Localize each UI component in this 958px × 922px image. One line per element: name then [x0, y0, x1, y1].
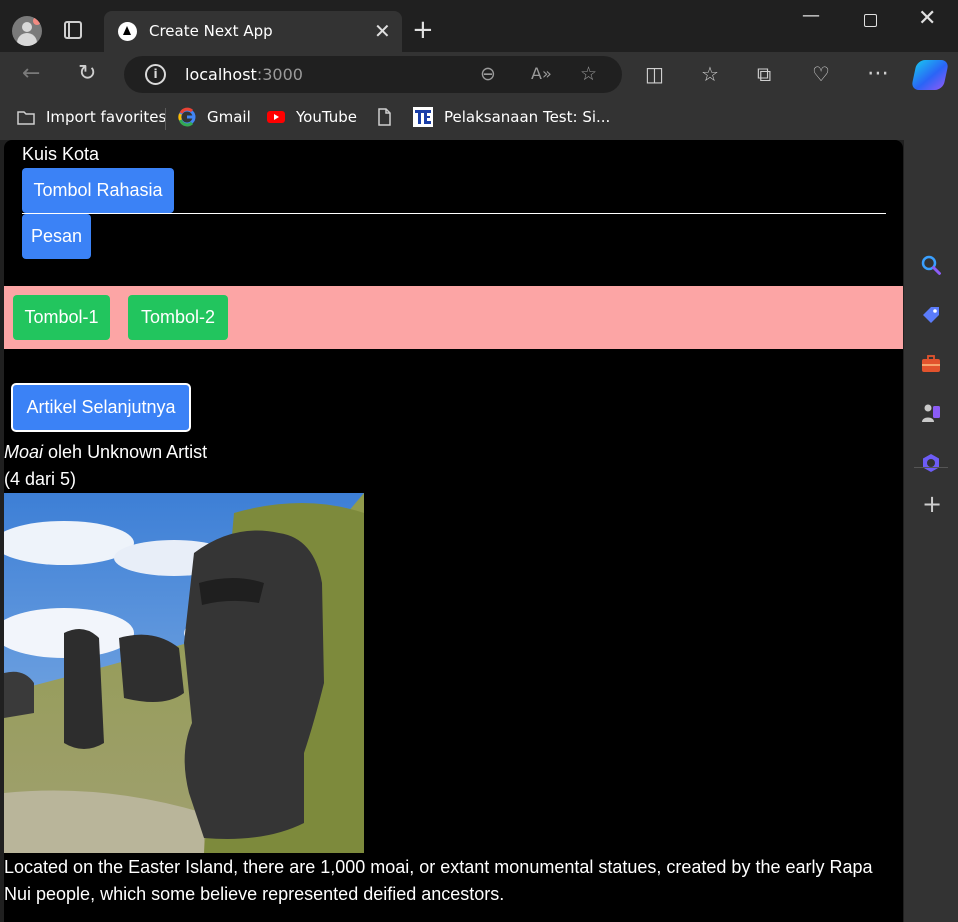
collections-icon[interactable]: ⧉: [757, 60, 771, 88]
shopping-tag-icon[interactable]: [920, 304, 942, 326]
favorite-star-icon[interactable]: ☆: [580, 62, 597, 86]
artist-name: Unknown Artist: [87, 442, 208, 462]
new-tab-icon[interactable]: +: [412, 15, 434, 45]
tab-title: Create Next App: [149, 22, 273, 40]
document-icon[interactable]: [374, 107, 394, 127]
favorites-icon[interactable]: ☆: [701, 60, 719, 88]
split-screen-icon[interactable]: ◫: [645, 60, 664, 88]
site-info-icon[interactable]: i: [145, 64, 166, 85]
zoom-out-icon[interactable]: ⊖: [480, 62, 496, 86]
te-icon: [413, 107, 433, 127]
profile-avatar-icon[interactable]: [12, 16, 42, 46]
url-text[interactable]: localhost:3000: [185, 65, 303, 84]
tombol-1-button[interactable]: Tombol-1: [13, 295, 110, 340]
maximize-icon[interactable]: [864, 14, 877, 27]
address-bar[interactable]: i localhost:3000 ⊖ A» ☆: [124, 56, 622, 93]
search-icon[interactable]: [920, 254, 942, 276]
copilot-sidebar-icon[interactable]: [920, 452, 942, 474]
more-menu-icon[interactable]: ⋯: [867, 60, 889, 88]
tools-briefcase-icon[interactable]: [920, 353, 942, 375]
games-icon[interactable]: [920, 402, 942, 424]
quiz-title: Kuis Kota: [22, 144, 100, 164]
secret-button[interactable]: Tombol Rahasia: [22, 168, 174, 213]
google-icon: [178, 107, 196, 127]
button-toolbar: Tombol-1 Tombol-2: [4, 286, 903, 349]
message-button[interactable]: Pesan: [22, 214, 91, 259]
browser-window: Create Next App ✕ + — ✕ ← ↻ i localhost:…: [0, 0, 958, 922]
window-close-icon[interactable]: ✕: [918, 6, 936, 31]
refresh-icon[interactable]: ↻: [78, 60, 96, 88]
favorite-youtube[interactable]: YouTube: [296, 108, 357, 126]
tombol-2-button[interactable]: Tombol-2: [128, 295, 228, 340]
divider-line: [22, 213, 886, 214]
favorites-bar: Import favorites Gmail YouTube Pelaksana…: [0, 98, 958, 140]
favorite-import[interactable]: Import favorites: [46, 108, 166, 126]
artwork-caption: Moai oleh Unknown Artist: [4, 442, 208, 462]
artwork-counter: (4 dari 5): [4, 469, 77, 489]
nextjs-favicon-icon: [118, 22, 137, 41]
next-article-button[interactable]: Artikel Selanjutnya: [11, 383, 191, 432]
add-sidebar-app-icon[interactable]: +: [922, 492, 942, 516]
outlook-icon[interactable]: [920, 377, 942, 399]
tab-close-icon[interactable]: ✕: [374, 19, 391, 43]
moai-photo: [4, 493, 364, 853]
title-bar: Create Next App ✕ + — ✕: [0, 0, 958, 52]
minimize-icon[interactable]: —: [802, 5, 820, 26]
read-aloud-icon[interactable]: A»: [531, 62, 552, 86]
import-icon[interactable]: [16, 107, 36, 127]
sidebar-divider: [914, 467, 948, 468]
copilot-icon[interactable]: [910, 60, 950, 90]
favorite-pelaksanaan-test[interactable]: Pelaksanaan Test: Si...: [444, 108, 610, 126]
back-icon[interactable]: ←: [22, 60, 40, 88]
favorites-divider: [165, 108, 166, 130]
browser-essentials-icon[interactable]: ♡: [812, 60, 830, 88]
page-viewport: Kuis Kota Tombol Rahasia Pesan Tombol-1 …: [4, 140, 903, 922]
navigation-toolbar: ← ↻ i localhost:3000 ⊖ A» ☆ ◫ ☆ ⧉ ♡ ⋯: [0, 52, 958, 98]
artwork-name: Moai: [4, 442, 44, 462]
artwork-description: Located on the Easter Island, there are …: [4, 857, 873, 904]
tab-actions-icon[interactable]: [64, 21, 82, 39]
edge-sidebar: +: [904, 140, 958, 922]
youtube-icon: [267, 111, 285, 123]
browser-tab-active[interactable]: Create Next App ✕: [104, 11, 402, 52]
favorite-gmail[interactable]: Gmail: [207, 108, 251, 126]
